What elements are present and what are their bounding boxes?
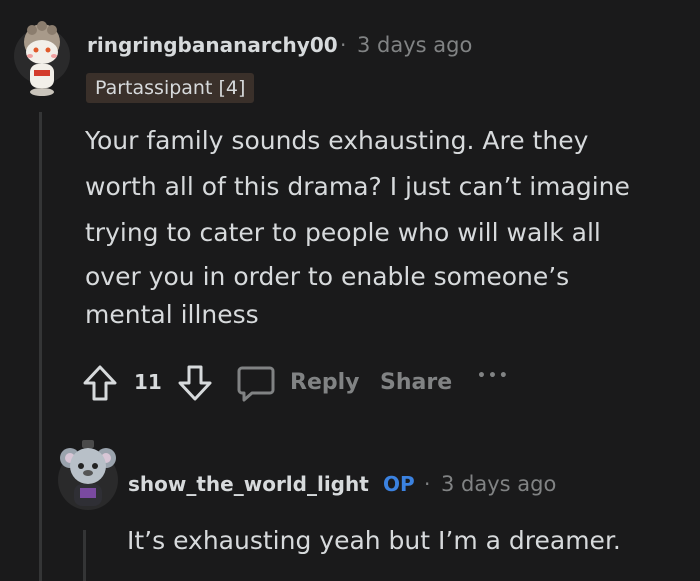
thread-line-comment1[interactable] xyxy=(39,112,42,581)
avatar-ringringbananarchy00[interactable] xyxy=(12,16,72,106)
comment2-timestamp[interactable]: 3 days ago xyxy=(441,472,556,496)
downvote-button[interactable] xyxy=(177,364,213,402)
comment1-body-line-5: mental illness xyxy=(85,300,259,329)
reply-label[interactable]: Reply xyxy=(290,370,360,395)
snoo-koala-avatar-icon xyxy=(58,440,118,510)
comment1-timestamp[interactable]: 3 days ago xyxy=(357,33,472,57)
more-options-icon[interactable]: ••• xyxy=(477,368,510,384)
vote-count: 11 xyxy=(134,370,162,394)
comment2-body: It’s exhausting yeah but I’m a dreamer. xyxy=(127,526,621,555)
upvote-button[interactable] xyxy=(82,364,118,402)
comment1-separator: · xyxy=(340,33,347,57)
comment-bubble-icon xyxy=(237,366,275,402)
comment1-body-line-1: Your family sounds exhausting. Are they xyxy=(85,126,589,155)
comment2-separator: · xyxy=(424,472,431,496)
avatar-show_the_world_light[interactable] xyxy=(56,436,120,512)
snoo-hedgehog-avatar-icon xyxy=(14,21,70,96)
reply-button[interactable] xyxy=(236,364,276,404)
upvote-arrow-icon xyxy=(83,365,117,401)
comment1-user-flair: Partassipant [4] xyxy=(86,73,255,103)
comment1-body-line-3: trying to cater to people who will walk … xyxy=(85,218,601,247)
comment1-body-line-4: over you in order to enable someone’s xyxy=(85,262,570,291)
comment1-body-line-2: worth all of this drama? I just can’t im… xyxy=(85,172,630,201)
op-badge: OP xyxy=(383,472,415,496)
share-button[interactable]: Share xyxy=(380,370,452,395)
comment1-username[interactable]: ringringbananarchy00 xyxy=(87,33,338,57)
comment2-username[interactable]: show_the_world_light xyxy=(128,472,369,496)
downvote-arrow-icon xyxy=(178,365,212,401)
thread-line-comment2[interactable] xyxy=(83,530,86,581)
